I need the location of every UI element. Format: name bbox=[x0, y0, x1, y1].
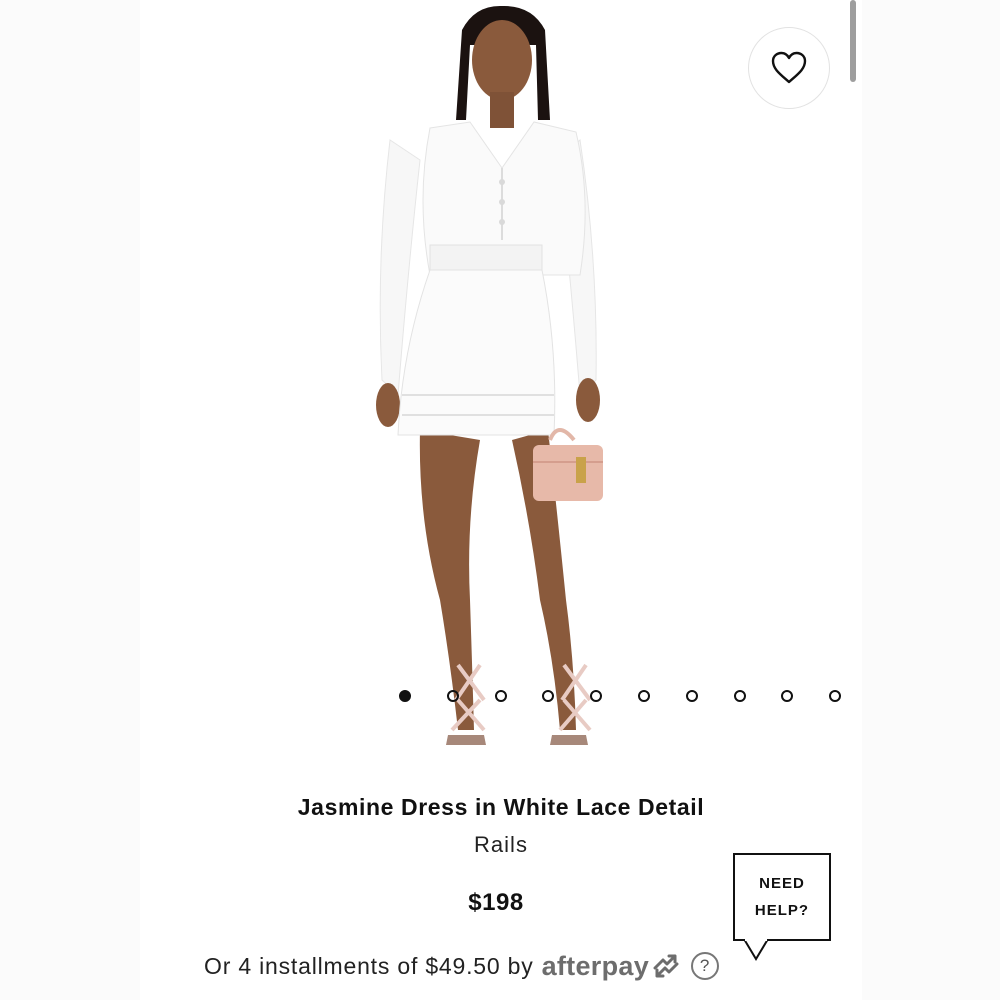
afterpay-arrows-icon bbox=[653, 954, 679, 978]
left-background bbox=[0, 0, 140, 1000]
help-bubble-tail bbox=[743, 939, 769, 961]
scrollbar-thumb[interactable] bbox=[850, 0, 856, 82]
heart-outline-icon bbox=[771, 51, 807, 84]
product-image-area[interactable] bbox=[140, 0, 862, 770]
afterpay-info-icon[interactable]: ? bbox=[691, 952, 720, 980]
carousel-dot[interactable] bbox=[685, 690, 698, 702]
carousel-dot[interactable] bbox=[781, 690, 794, 702]
carousel-dot[interactable] bbox=[399, 690, 411, 702]
carousel-dot[interactable] bbox=[733, 690, 746, 702]
product-page: Jasmine Dress in White Lace Detail Rails… bbox=[0, 0, 1000, 1000]
carousel-dot[interactable] bbox=[637, 690, 650, 702]
favorite-button[interactable] bbox=[748, 27, 830, 109]
need-help-line2: HELP? bbox=[754, 902, 810, 919]
carousel-dot[interactable] bbox=[542, 690, 555, 702]
carousel-dot[interactable] bbox=[446, 690, 459, 702]
afterpay-logo[interactable]: afterpay bbox=[542, 951, 649, 982]
carousel-dot[interactable] bbox=[829, 690, 842, 702]
carousel-dot[interactable] bbox=[590, 690, 603, 702]
image-carousel-dots bbox=[399, 686, 862, 706]
installment-text: Or 4 installments of $49.50 by bbox=[204, 952, 534, 979]
product-title: Jasmine Dress in White Lace Detail bbox=[297, 794, 705, 820]
need-help-button[interactable]: NEED HELP? bbox=[733, 853, 831, 941]
afterpay-installments: Or 4 installments of $49.50 by afterpay … bbox=[204, 948, 720, 984]
right-background bbox=[862, 0, 1000, 1000]
product-photo bbox=[376, 5, 603, 745]
carousel-dot[interactable] bbox=[494, 690, 507, 702]
need-help-line1: NEED bbox=[759, 875, 805, 892]
